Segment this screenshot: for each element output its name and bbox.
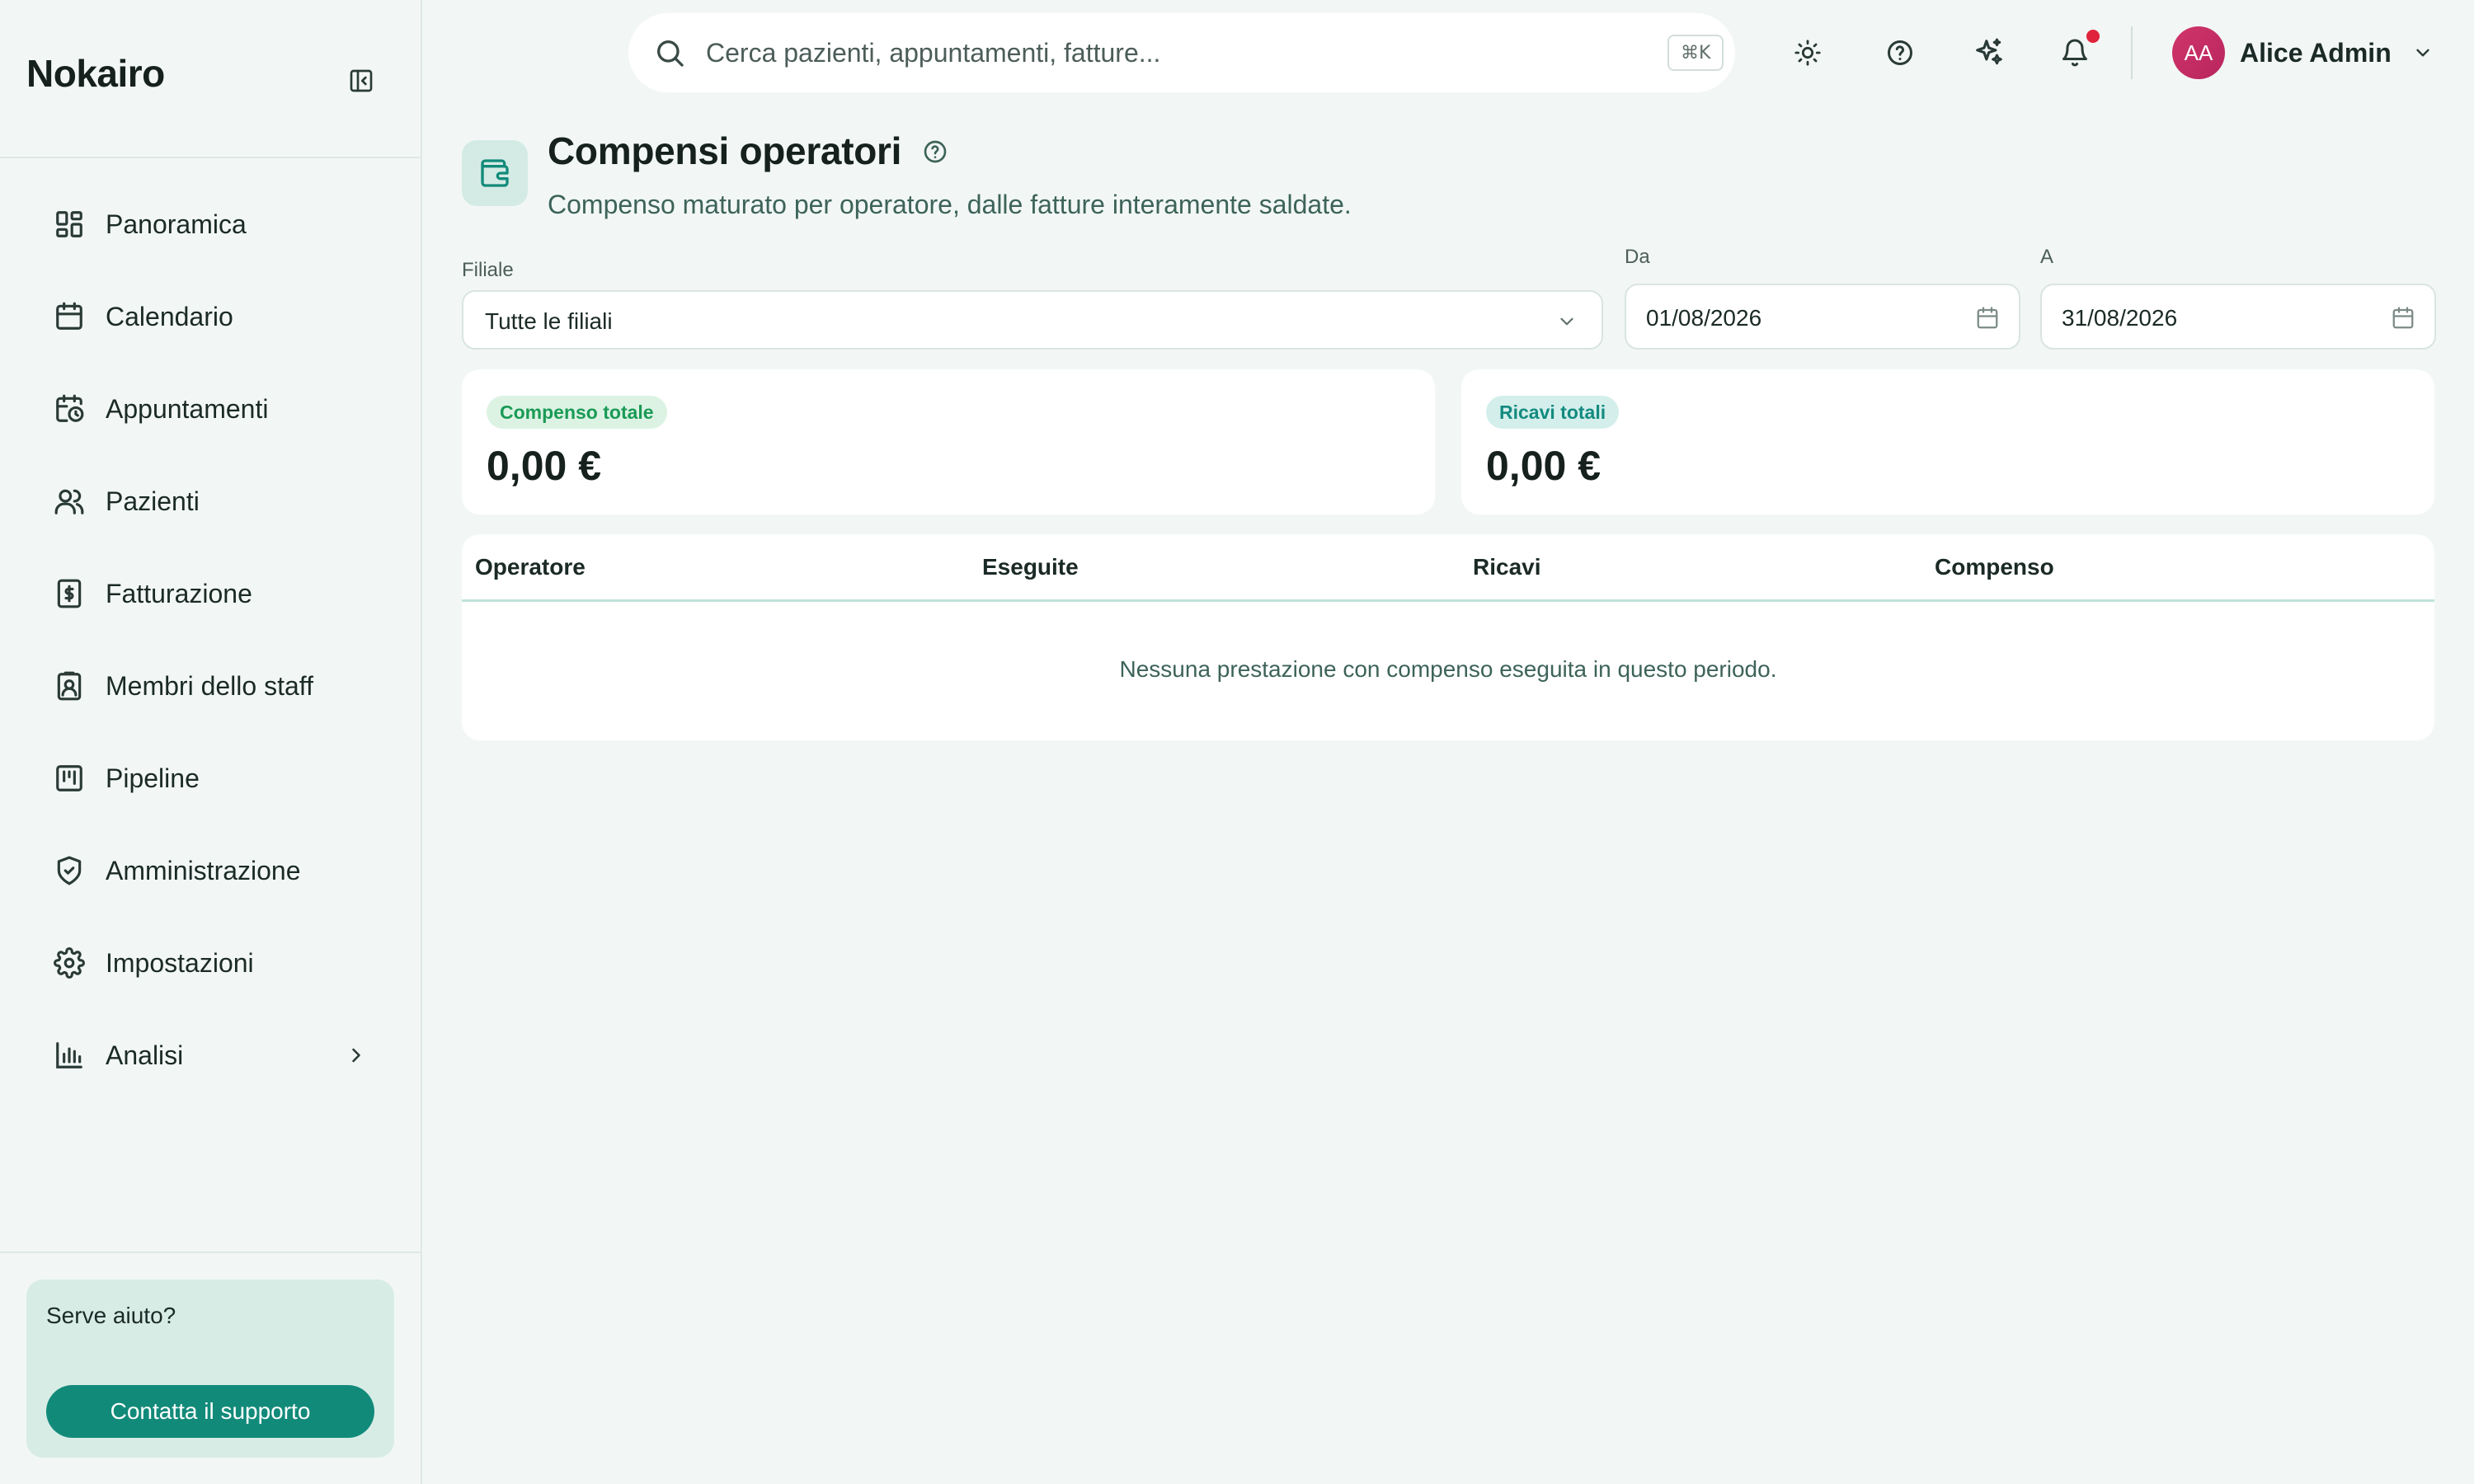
date-to-input[interactable]: 31/08/2026 (2040, 284, 2436, 350)
date-from-label: Da (1625, 246, 1650, 268)
search-input[interactable] (706, 30, 1531, 76)
compensation-table: Operatore Eseguite Ricavi Compenso Nessu… (462, 534, 2434, 740)
sidebar-divider (0, 157, 421, 158)
gear-icon (53, 946, 86, 979)
sidebar-item-impostazioni[interactable]: Impostazioni (0, 917, 421, 1009)
sidebar-item-label: Membri dello staff (106, 670, 313, 701)
chevron-down-icon (1554, 308, 1580, 335)
sidebar-item-pazienti[interactable]: Pazienti (0, 455, 421, 547)
page-title: Compensi operatori (548, 129, 902, 172)
sidebar-item-analisi[interactable]: Analisi (0, 1009, 421, 1101)
sidebar-item-panoramica[interactable]: Panoramica (0, 178, 421, 270)
date-to-label: A (2040, 246, 2054, 268)
column-header-compenso[interactable]: Compenso (1935, 554, 2054, 580)
chevron-down-icon (2410, 40, 2436, 66)
notification-indicator (2086, 30, 2100, 43)
sidebar-item-fatturazione[interactable]: Fatturazione (0, 547, 421, 640)
shield-icon (53, 854, 86, 887)
sidebar-item-label: Pazienti (106, 486, 200, 516)
sidebar-item-label: Amministrazione (106, 855, 301, 885)
search-shortcut-badge: ⌘K (1667, 35, 1724, 71)
badge-icon (53, 669, 86, 702)
sidebar-item-appuntamenti[interactable]: Appuntamenti (0, 363, 421, 455)
global-search[interactable]: ⌘K (628, 13, 1735, 92)
wallet-icon (481, 159, 509, 187)
kanban-icon (53, 762, 86, 795)
date-to-value: 31/08/2026 (2062, 305, 2178, 331)
title-help-button[interactable] (920, 137, 950, 167)
page-icon (462, 140, 528, 206)
sidebar-item-label: Analisi (106, 1040, 184, 1070)
sidebar-item-calendario[interactable]: Calendario (0, 270, 421, 363)
sidebar-item-label: Calendario (106, 301, 233, 331)
sidebar-item-label: Impostazioni (106, 947, 254, 978)
help-circle-icon (924, 140, 947, 163)
sidebar-nav: Panoramica Calendario Appuntamenti Pazie… (0, 178, 421, 1101)
avatar: AA (2172, 26, 2225, 79)
ai-assistant-button[interactable] (1969, 33, 2009, 73)
table-header: Operatore Eseguite Ricavi Compenso (462, 534, 2434, 602)
calendar-icon (1973, 303, 2002, 333)
total-revenue-badge: Ricavi totali (1486, 396, 1620, 429)
dashboard-icon (53, 208, 86, 241)
sidebar: Nokairo Panoramica Calendario Appuntamen… (0, 0, 422, 1484)
total-compensation-badge: Compenso totale (487, 396, 667, 429)
calendar-icon (2388, 303, 2418, 333)
bell-icon (2062, 39, 2087, 67)
help-card: Serve aiuto? Contatta il supporto (26, 1280, 394, 1458)
total-compensation-value: 0,00 € (487, 443, 602, 489)
bar-chart-icon (53, 1039, 86, 1072)
branch-select-value: Tutte le filiali (485, 308, 613, 334)
user-menu[interactable]: AA Alice Admin (2172, 25, 2436, 81)
help-circle-icon (1888, 40, 1912, 65)
app-root: Nokairo Panoramica Calendario Appuntamen… (0, 0, 2474, 1484)
sidebar-item-amministrazione[interactable]: Amministrazione (0, 824, 421, 917)
sidebar-item-label: Appuntamenti (106, 393, 269, 424)
date-from-input[interactable]: 01/08/2026 (1625, 284, 2020, 350)
sidebar-item-pipeline[interactable]: Pipeline (0, 732, 421, 824)
sidebar-item-label: Pipeline (106, 763, 200, 793)
help-button[interactable] (1880, 33, 1920, 73)
chevron-right-icon (340, 1039, 373, 1072)
total-compensation-card: Compenso totale 0,00 € (462, 369, 1435, 514)
sun-icon (1794, 40, 1821, 66)
sidebar-collapse-icon (350, 69, 373, 92)
sidebar-item-membri-staff[interactable]: Membri dello staff (0, 640, 421, 732)
contact-support-button[interactable]: Contatta il supporto (46, 1385, 374, 1438)
theme-toggle-button[interactable] (1788, 33, 1827, 73)
page-subtitle: Compenso maturato per operatore, dalle f… (548, 190, 1352, 219)
branch-select[interactable]: Tutte le filiali (462, 290, 1603, 350)
search-icon (653, 36, 686, 69)
sidebar-item-label: Panoramica (106, 209, 247, 239)
date-from-value: 01/08/2026 (1646, 305, 1762, 331)
calendar-clock-icon (53, 392, 86, 425)
column-header-eseguite[interactable]: Eseguite (982, 554, 1079, 580)
sidebar-collapse-button[interactable] (343, 63, 379, 99)
calendar-icon (53, 300, 86, 333)
total-revenue-value: 0,00 € (1486, 443, 1602, 489)
sparkles-icon (1976, 38, 2002, 65)
total-revenue-card: Ricavi totali 0,00 € (1461, 369, 2434, 514)
column-header-operatore[interactable]: Operatore (475, 554, 586, 580)
user-name: Alice Admin (2240, 37, 2392, 68)
branch-filter-label: Filiale (462, 259, 514, 281)
sidebar-bottom-divider (0, 1252, 421, 1253)
sidebar-item-label: Fatturazione (106, 578, 252, 608)
help-title: Serve aiuto? (46, 1303, 176, 1328)
table-empty-state: Nessuna prestazione con compenso eseguit… (1119, 656, 1777, 682)
brand-logo[interactable]: Nokairo (26, 51, 165, 96)
column-header-ricavi[interactable]: Ricavi (1473, 554, 1541, 580)
topbar-divider (2131, 26, 2133, 79)
invoice-icon (53, 577, 86, 610)
users-icon (53, 485, 86, 518)
